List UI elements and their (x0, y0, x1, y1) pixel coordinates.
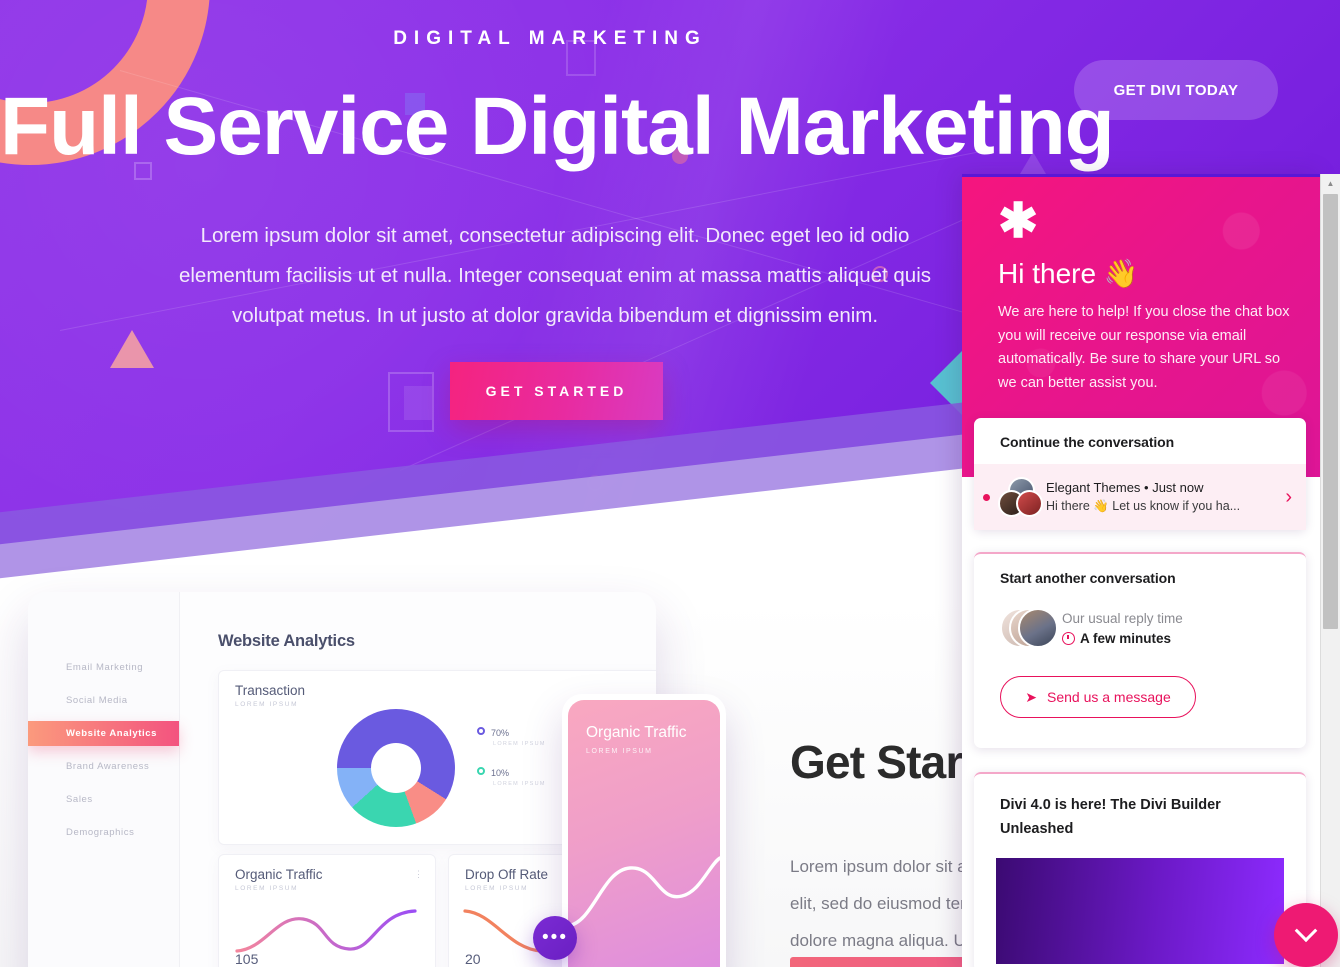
chevron-down-icon (1294, 919, 1318, 943)
dashboard-page-title: Website Analytics (218, 632, 355, 650)
chevron-right-icon[interactable]: › (1285, 486, 1306, 509)
sidebar-item-social-media[interactable]: Social Media (28, 688, 179, 713)
sidebar-item-website-analytics[interactable]: Website Analytics (28, 721, 179, 746)
start-conversation-heading: Start another conversation (1000, 570, 1176, 586)
avatar (1016, 490, 1043, 517)
page-title: Full Service Digital Marketing (0, 81, 1115, 172)
news-card[interactable]: Divi 4.0 is here! The Divi Builder Unlea… (974, 772, 1306, 967)
legend-value: 10% (491, 768, 510, 778)
conversation-avatars (996, 477, 1043, 517)
reply-time-value: A few minutes (1080, 630, 1172, 646)
send-arrow-icon: ➤ (1025, 688, 1037, 705)
clock-icon (1062, 631, 1075, 645)
legend-dot-icon (477, 727, 485, 735)
legend-item: 70% LOREM IPSUM (477, 723, 565, 747)
dashboard-sidebar: Email Marketing Social Media Website Ana… (28, 592, 180, 967)
cta-signup-button[interactable]: SIGN UP NOW (790, 957, 985, 967)
reply-time-value-row: A few minutes (1062, 631, 1183, 646)
card-menu-icon[interactable]: ⋮ (414, 869, 423, 880)
chat-greeting: Hi there 👋 (998, 258, 1139, 289)
phone-screen: Organic Traffic LOREM IPSUM Drop Off Rat… (568, 700, 720, 967)
phone-subtitle: LOREM IPSUM (586, 748, 653, 755)
pink-triangle-decoration (110, 330, 154, 368)
legend-dot-icon (477, 767, 485, 775)
more-options-button[interactable]: ••• (533, 916, 577, 960)
asterisk-logo-icon: ✱ (998, 195, 1039, 248)
reply-time-label: Our usual reply time (1062, 610, 1183, 626)
news-title: Divi 4.0 is here! The Divi Builder Unlea… (1000, 797, 1221, 837)
agent-avatars (1000, 606, 1062, 650)
sidebar-item-brand-awareness[interactable]: Brand Awareness (28, 754, 179, 779)
send-message-button[interactable]: ➤ Send us a message (1000, 676, 1196, 718)
page-root: DIGITAL MARKETING Full Service Digital M… (0, 0, 1340, 967)
card-title: Organic Traffic (235, 867, 323, 882)
reply-time-text: Our usual reply time A few minutes (1062, 611, 1183, 646)
legend-sub: LOREM IPSUM (493, 741, 546, 747)
square-solid-decoration (404, 386, 432, 420)
chat-intro-text: We are here to help! If you close the ch… (998, 304, 1290, 391)
conversation-list-item[interactable]: Elegant Themes • Just now Hi there 👋 Let… (974, 464, 1306, 530)
phone-title: Organic Traffic (586, 724, 687, 741)
continue-conversation-heading: Continue the conversation (1000, 434, 1175, 450)
card-value: 20 (465, 951, 481, 967)
continue-conversation-card: Continue the conversation Elegant Themes… (974, 418, 1306, 530)
avatar (1018, 608, 1058, 648)
chat-scrollbar[interactable]: ▲ (1320, 174, 1340, 967)
donut-chart (337, 709, 455, 827)
news-thumbnail (996, 858, 1284, 964)
conversation-snippet: Hi there 👋 Let us know if you ha... (1046, 499, 1241, 513)
legend-sub: LOREM IPSUM (493, 781, 546, 787)
hero-body-text: Lorem ipsum dolor sit amet, consectetur … (178, 224, 932, 327)
scrollbar-thumb[interactable] (1323, 194, 1338, 629)
legend-value: 70% (491, 728, 510, 738)
conversation-sender: Elegant Themes • Just now (1046, 480, 1204, 495)
unread-dot-icon (983, 493, 990, 501)
hero-eyebrow: DIGITAL MARKETING (393, 28, 707, 49)
chat-widget: ✱ Hi there 👋 We are here to help! If you… (962, 174, 1320, 967)
reply-time-row: Our usual reply time A few minutes (1000, 606, 1183, 650)
card-subtitle: LOREM IPSUM (235, 885, 299, 892)
get-started-button[interactable]: GET STARTED (450, 362, 663, 420)
sidebar-item-demographics[interactable]: Demographics (28, 820, 179, 845)
phone-line-chart (568, 856, 720, 928)
sidebar-item-email-marketing[interactable]: Email Marketing (28, 655, 179, 680)
send-message-label: Send us a message (1046, 689, 1171, 705)
get-divi-today-button[interactable]: GET DIVI TODAY (1074, 60, 1278, 120)
scroll-up-arrow-icon[interactable]: ▲ (1321, 174, 1340, 192)
conversation-text: Elegant Themes • Just now Hi there 👋 Let… (1042, 480, 1285, 514)
legend-item: 10% LOREM IPSUM (477, 763, 565, 787)
start-conversation-card: Start another conversation Our usual rep… (974, 552, 1306, 748)
card-value: 105 (235, 951, 259, 967)
phone-mockup: Organic Traffic LOREM IPSUM Drop Off Rat… (562, 694, 726, 967)
chat-minimize-button[interactable] (1274, 903, 1338, 967)
organic-traffic-card: Organic Traffic LOREM IPSUM ⋮ 105 LOREM … (218, 854, 436, 967)
organic-traffic-sparkline (235, 909, 417, 953)
sidebar-item-sales[interactable]: Sales (28, 787, 179, 812)
